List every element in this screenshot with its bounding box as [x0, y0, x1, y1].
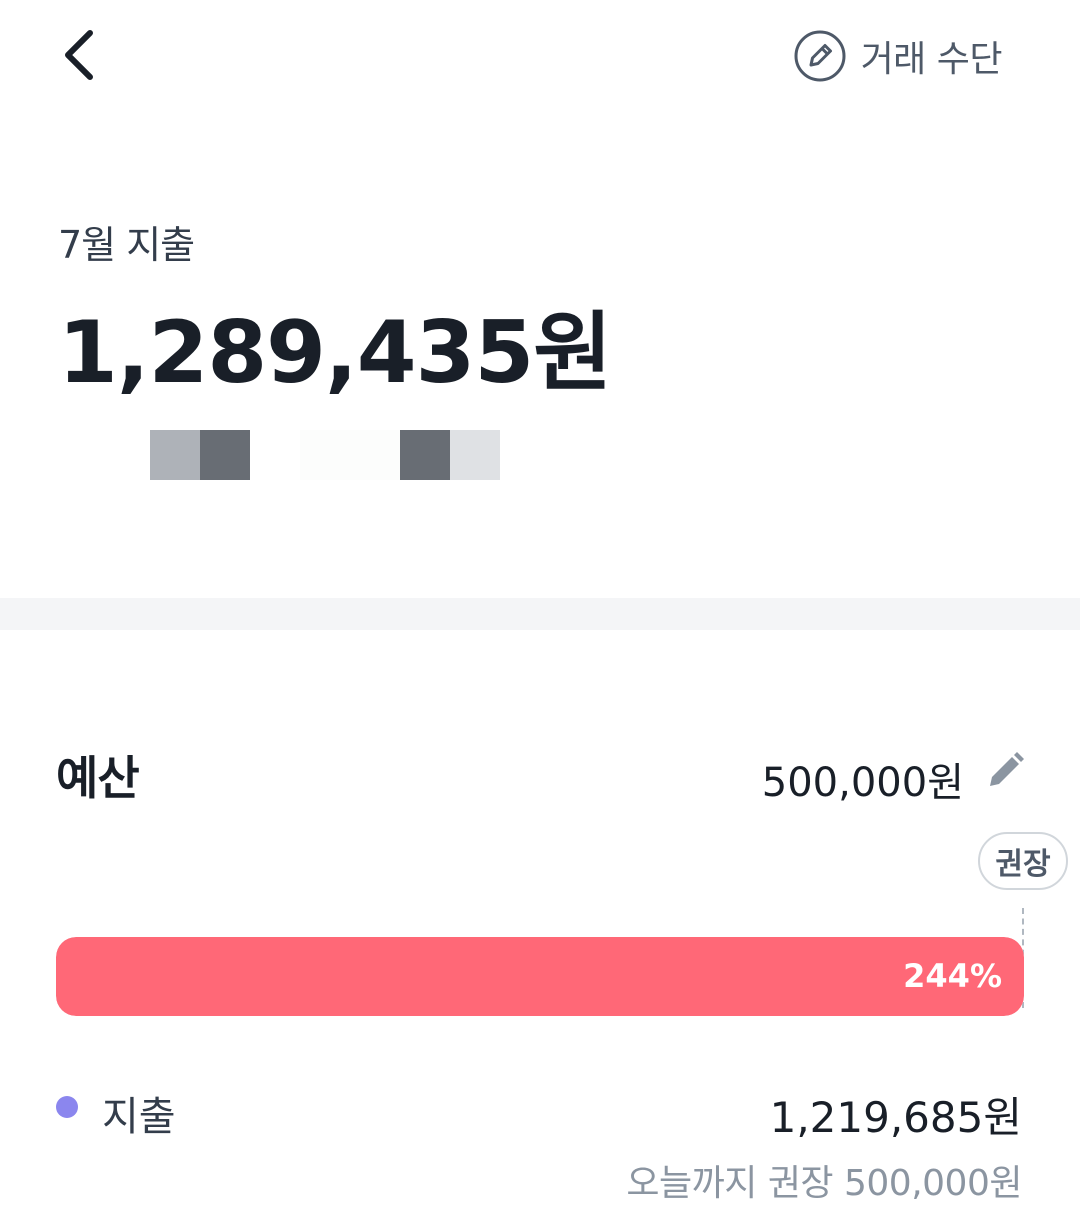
spent-amount: 1,219,685원	[769, 1093, 1022, 1142]
edit-budget-button[interactable]	[984, 748, 1028, 792]
masked-cell	[400, 430, 450, 480]
month-spending-label: 7월 지출	[58, 223, 195, 267]
masked-cell	[300, 430, 350, 480]
recommend-today-text: 오늘까지 권장 500,000원	[626, 1163, 1022, 1204]
budget-progress-bar	[56, 937, 1024, 1016]
month-spending-total: 1,289,435원	[58, 303, 612, 403]
legend-label-spending: 지출	[102, 1094, 176, 1140]
chevron-left-icon	[65, 30, 93, 80]
masked-cell	[150, 430, 200, 480]
budget-progress-fill	[56, 937, 1024, 1016]
masked-cell	[450, 430, 500, 480]
legend-dot	[56, 1096, 78, 1118]
masked-cell	[350, 430, 400, 480]
budget-progress-label: 244%	[903, 957, 1002, 995]
masked-cell	[100, 430, 150, 480]
back-button[interactable]	[50, 22, 110, 88]
pencil-icon	[990, 752, 1024, 786]
payment-method-label: 거래 수단	[860, 39, 1003, 80]
payment-method-button[interactable]: 거래 수단	[793, 28, 1003, 84]
masked-cell	[200, 430, 250, 480]
recommend-badge: 권장	[978, 832, 1068, 890]
masked-cell	[250, 430, 300, 480]
masked-info-block	[100, 430, 500, 480]
budget-amount: 500,000원	[761, 760, 964, 806]
budget-title: 예산	[56, 751, 140, 805]
section-divider	[0, 598, 1080, 630]
pencil-circle-icon	[794, 30, 846, 82]
